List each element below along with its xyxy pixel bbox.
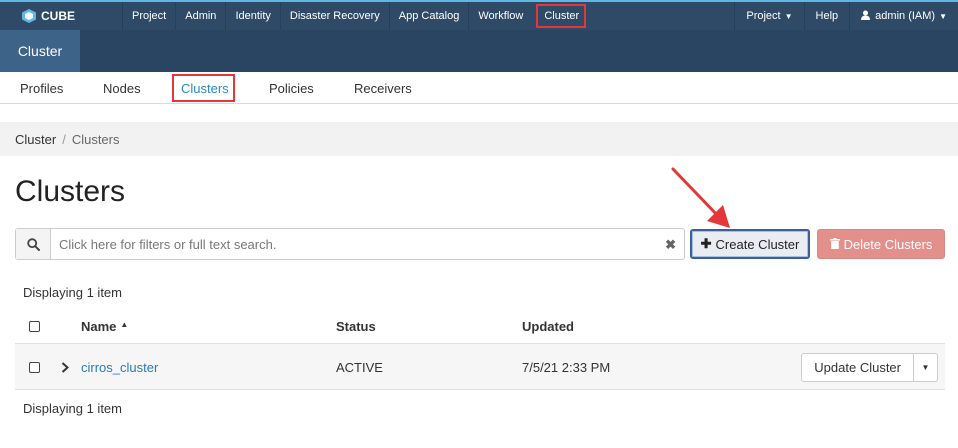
item-count-top: Displaying 1 item (23, 285, 122, 300)
column-header-status[interactable]: Status (336, 308, 376, 344)
nav-workflow[interactable]: Workflow (468, 2, 532, 30)
user-icon (861, 10, 871, 23)
breadcrumb: Cluster / Clusters (0, 122, 958, 156)
chevron-down-icon: ▼ (939, 11, 947, 21)
highlight-box (172, 74, 235, 102)
expand-row-chevron-icon[interactable] (61, 344, 69, 390)
search-icon (16, 229, 51, 259)
breadcrumb-current: Clusters (71, 131, 120, 147)
dashboard-tab-cluster[interactable]: Cluster (0, 30, 80, 72)
sub-nav: Profiles Nodes Clusters Policies Receive… (0, 72, 958, 104)
cluster-name-link[interactable]: cirros_cluster (81, 344, 158, 390)
table-header: Name ▲ Status Updated (15, 308, 945, 344)
table-row: cirros_cluster ACTIVE 7/5/21 2:33 PM Upd… (15, 344, 945, 390)
top-navbar: CUBE Project Admin Identity Disaster Rec… (0, 0, 958, 30)
delete-clusters-label: Delete Clusters (843, 236, 933, 252)
row-actions: Update Cluster ▼ (801, 353, 938, 382)
plus-icon: ✚ (700, 236, 712, 251)
nav-project[interactable]: Project (122, 2, 175, 30)
sort-ascending-icon: ▲ (120, 319, 129, 329)
delete-clusters-button[interactable]: Delete Clusters (817, 229, 945, 259)
cluster-updated: 7/5/21 2:33 PM (522, 359, 611, 375)
item-count-bottom: Displaying 1 item (23, 401, 122, 416)
search-bar: ✖ (15, 228, 685, 260)
project-dropdown[interactable]: Project ▼ (734, 2, 803, 30)
user-dropdown-label: admin (IAM) (875, 10, 936, 22)
user-dropdown[interactable]: admin (IAM) ▼ (849, 2, 958, 30)
subnav-receivers[interactable]: Receivers (354, 72, 412, 104)
main-nav: Project Admin Identity Disaster Recovery… (122, 2, 587, 30)
nav-cluster[interactable]: Cluster (536, 4, 587, 28)
row-checkbox[interactable] (29, 344, 40, 390)
nav-admin[interactable]: Admin (175, 2, 225, 30)
subnav-profiles[interactable]: Profiles (20, 72, 63, 104)
nav-app-catalog[interactable]: App Catalog (388, 2, 469, 30)
dashboard-bar: Cluster (0, 30, 958, 72)
clear-search-icon[interactable]: ✖ (665, 237, 676, 253)
help-link[interactable]: Help (803, 2, 850, 30)
subnav-nodes[interactable]: Nodes (103, 72, 141, 104)
create-cluster-button[interactable]: ✚ Create Cluster (690, 229, 810, 259)
column-header-updated[interactable]: Updated (522, 308, 574, 344)
search-input[interactable] (52, 229, 652, 259)
column-header-name[interactable]: Name ▲ (81, 308, 128, 344)
top-right-menu: Project ▼ Help admin (IAM) ▼ (734, 2, 958, 30)
cluster-status: ACTIVE (336, 359, 383, 375)
subnav-policies[interactable]: Policies (269, 72, 314, 104)
project-dropdown-label: Project (746, 10, 781, 22)
breadcrumb-root[interactable]: Cluster (15, 132, 56, 147)
select-all-checkbox[interactable] (29, 308, 40, 344)
nav-identity[interactable]: Identity (225, 2, 279, 30)
page-title: Clusters (15, 175, 126, 208)
create-cluster-label: Create Cluster (715, 236, 800, 252)
trash-icon (829, 237, 840, 252)
brand-name: CUBE (41, 9, 76, 23)
update-cluster-button[interactable]: Update Cluster (801, 353, 914, 382)
row-actions-dropdown-icon[interactable]: ▼ (914, 353, 938, 382)
cube-logo-icon (22, 9, 36, 23)
breadcrumb-separator: / (62, 131, 66, 147)
chevron-down-icon: ▼ (784, 11, 793, 21)
nav-disaster-recovery[interactable]: Disaster Recovery (279, 2, 389, 30)
brand-logo[interactable]: CUBE (22, 2, 75, 30)
